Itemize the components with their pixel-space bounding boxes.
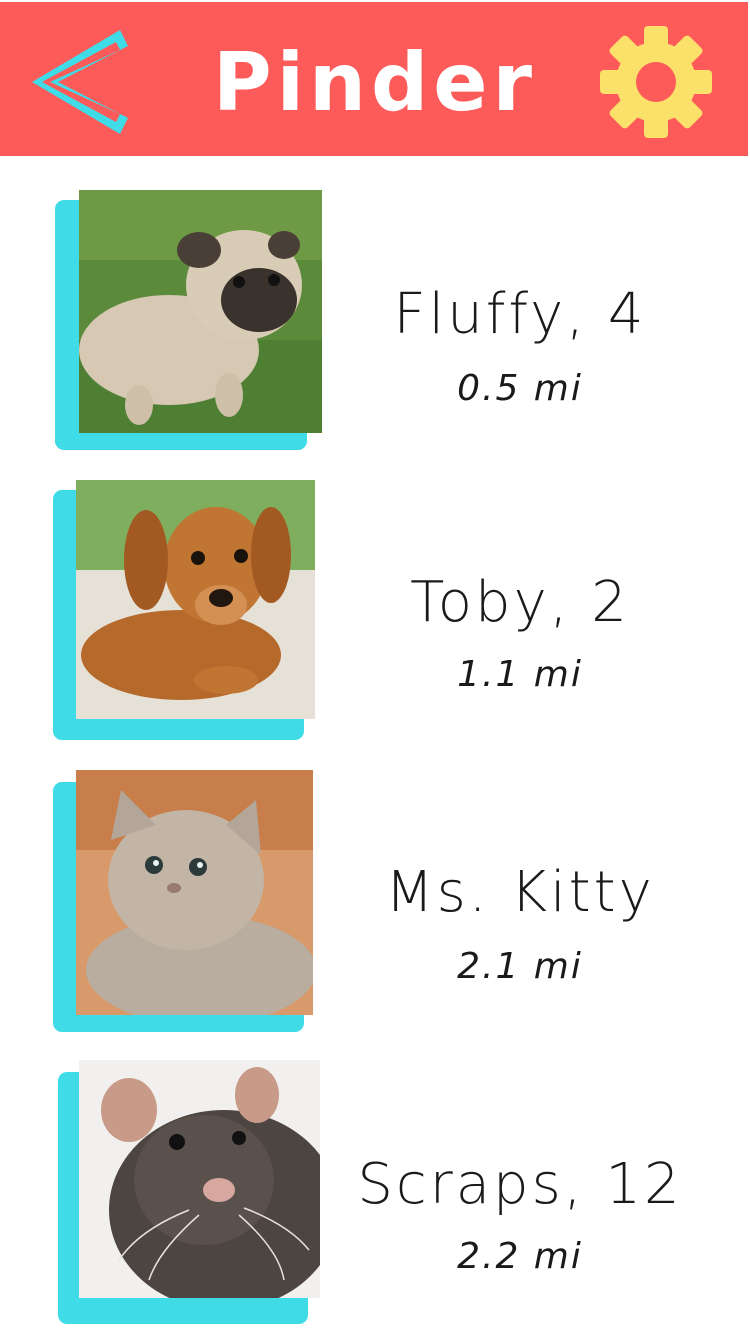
gear-icon [600, 26, 712, 138]
pet-distance: 2.1 mi [457, 946, 583, 987]
pet-name: Fluffy, 4 [393, 282, 647, 347]
pet-photo [76, 770, 313, 1015]
pet-name: Ms. Kitty [385, 860, 655, 925]
pet-card[interactable]: Scraps, 12 2.2 mi [0, 1060, 750, 1334]
back-button[interactable] [28, 26, 132, 138]
pet-distance: 2.2 mi [457, 1236, 583, 1277]
pet-name: Toby, 2 [410, 570, 630, 635]
pet-photo [76, 480, 315, 719]
pet-card[interactable]: Ms. Kitty 2.1 mi [0, 770, 750, 1060]
pet-card[interactable]: Toby, 2 1.1 mi [0, 480, 750, 770]
pet-distance: 1.1 mi [457, 654, 583, 695]
pet-name: Scraps, 12 [357, 1152, 683, 1217]
pet-card[interactable]: Fluffy, 4 0.5 mi [0, 190, 750, 480]
settings-button[interactable] [598, 24, 714, 140]
chevron-left-icon [32, 30, 128, 134]
app-header: Pinder [0, 2, 748, 156]
app-title: Pinder [213, 36, 537, 129]
pet-photo [79, 1060, 320, 1298]
pet-photo [79, 190, 322, 433]
pet-distance: 0.5 mi [457, 368, 583, 409]
pet-list: Fluffy, 4 0.5 mi Toby, 2 1.1 mi Ms. Kitt… [0, 156, 750, 1334]
